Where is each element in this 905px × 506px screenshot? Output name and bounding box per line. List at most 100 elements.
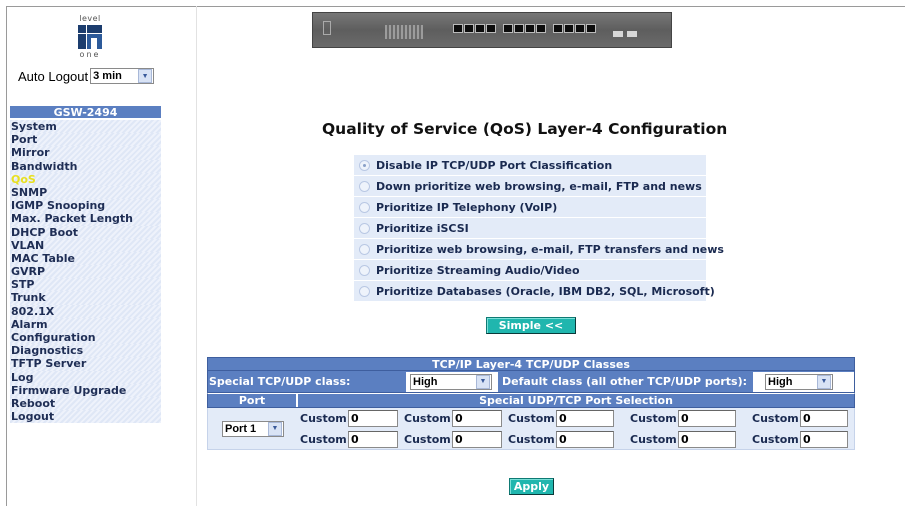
qos-option[interactable]: Down prioritize web browsing, e-mail, FT… [354,176,706,196]
sidebar-item-vlan[interactable]: VLAN [10,238,161,252]
sidebar-item-max-packet-length[interactable]: Max. Packet Length [10,212,161,226]
sidebar-item-log[interactable]: Log [10,370,161,384]
ethernet-port-icon [553,24,563,33]
sidebar-item-gvrp[interactable]: GVRP [10,265,161,279]
chevron-down-icon: ▼ [476,374,490,389]
custom-port-input[interactable]: 0 [556,410,614,427]
sidebar-item-igmp-snooping[interactable]: IGMP Snooping [10,199,161,213]
qos-option[interactable]: Prioritize Databases (Oracle, IBM DB2, S… [354,281,715,301]
radio-button[interactable] [359,201,370,213]
port-selection-header: Special UDP/TCP Port Selection [298,394,854,407]
radio-button[interactable] [359,180,370,192]
special-class-label: Special TCP/UDP class: [209,375,351,388]
sidebar-item-port[interactable]: Port [10,133,161,147]
sidebar-item-stp[interactable]: STP [10,278,161,292]
ethernet-port-icon [514,24,524,33]
sidebar-menu: GSW-2494 System Port Mirror Bandwidth QoS SNM… [10,106,161,424]
custom-port-field: Custom: 0 [506,429,628,450]
custom-port-field: Custom: 0 [298,408,402,429]
port-selection-header-row: Port Special UDP/TCP Port Selection [207,393,855,408]
chevron-down-icon: ▼ [138,69,153,83]
qos-option-label: Prioritize iSCSI [376,221,469,235]
logo-bottom-text: one [79,50,101,59]
sfp-port-icon [627,31,637,37]
sidebar-item-reboot[interactable]: Reboot [10,396,161,411]
special-class-select[interactable]: High ▼ [410,373,492,390]
sidebar-item-firmware-upgrade[interactable]: Firmware Upgrade [10,383,161,397]
simple-button[interactable]: Simple << [486,317,576,334]
radio-button[interactable] [359,264,370,276]
sidebar-item-mac-table[interactable]: MAC Table [10,251,161,266]
qos-option[interactable]: Disable IP TCP/UDP Port Classification [354,155,706,175]
sidebar-item-configuration[interactable]: Configuration [10,331,161,345]
custom-port-field: Custom: 0 [750,429,848,450]
ethernet-port-icon [475,24,485,33]
radio-button[interactable] [359,243,370,255]
custom-port-field: Custom: 0 [506,408,628,429]
apply-button[interactable]: Apply [509,478,554,495]
custom-port-field: Custom: 0 [402,429,506,450]
custom-label: Custom: [630,412,682,425]
custom-port-input[interactable]: 0 [678,431,736,448]
custom-port-field: Custom: 0 [750,408,848,429]
classes-table-header: TCP/IP Layer-4 TCP/UDP Classes [207,357,855,371]
page-title: Quality of Service (QoS) Layer-4 Configu… [322,120,728,138]
radio-button[interactable] [359,285,370,297]
custom-port-input[interactable]: 0 [452,431,502,448]
radio-button[interactable] [359,222,370,234]
custom-label: Custom: [630,433,682,446]
custom-port-field: Custom: 0 [628,408,750,429]
special-class-value: High [413,375,438,388]
qos-option-label: Prioritize Databases (Oracle, IBM DB2, S… [376,284,715,298]
ethernet-port-icon [486,24,496,33]
sidebar-item-mirror[interactable]: Mirror [10,146,161,160]
qos-option[interactable]: Prioritize IP Telephony (VoIP) [354,197,706,217]
qos-option-label: Down prioritize web browsing, e-mail, FT… [376,179,702,193]
qos-option[interactable]: Prioritize iSCSI [354,218,706,238]
default-class-select[interactable]: High ▼ [765,373,833,390]
qos-option-label: Prioritize web browsing, e-mail, FTP tra… [376,242,724,256]
menu-header: GSW-2494 [10,106,161,120]
custom-label: Custom: [300,433,352,446]
sidebar-item-trunk[interactable]: Trunk [10,291,161,305]
custom-port-input[interactable]: 0 [348,431,398,448]
sidebar-item-dhcp-boot[interactable]: DHCP Boot [10,225,161,239]
custom-port-input[interactable]: 0 [556,431,614,448]
sidebar-item-logout[interactable]: Logout [10,410,161,424]
default-class-value: High [768,375,793,388]
auto-logout-select[interactable]: 3 min ▼ [90,68,155,84]
custom-label: Custom: [404,412,456,425]
custom-port-input[interactable]: 0 [678,410,736,427]
port-select[interactable]: Port 1 ▼ [222,420,284,437]
qos-option-label: Disable IP TCP/UDP Port Classification [376,158,613,172]
ethernet-port-icon [564,24,574,33]
port-selection-grid: Port 1 ▼ Custom: 0 Custom: 0 Custom: 0 Custom:… [207,408,855,450]
ethernet-port-icon [453,24,463,33]
sidebar-item-system[interactable]: System [10,120,161,134]
qos-option[interactable]: Prioritize web browsing, e-mail, FTP tra… [354,239,724,259]
custom-port-field: Custom: 0 [402,408,506,429]
ethernet-port-icon [586,24,596,33]
custom-port-input[interactable]: 0 [800,431,848,448]
radio-button[interactable] [359,159,370,171]
custom-label: Custom: [300,412,352,425]
sidebar-item-alarm[interactable]: Alarm [10,317,161,331]
sfp-port-icon [613,31,623,37]
sidebar-item-802-1x[interactable]: 802.1X [10,304,161,318]
frame-divider [196,6,197,506]
custom-port-input[interactable]: 0 [800,410,848,427]
custom-port-input[interactable]: 0 [452,410,502,427]
sidebar-item-snmp[interactable]: SNMP [10,185,161,200]
auto-logout: Auto Logout 3 min ▼ [18,68,155,84]
sidebar-item-diagnostics[interactable]: Diagnostics [10,344,161,358]
sidebar-item-tftp-server[interactable]: TFTP Server [10,357,161,371]
custom-label: Custom: [404,433,456,446]
qos-option[interactable]: Prioritize Streaming Audio/Video [354,260,706,280]
sidebar-item-bandwidth[interactable]: Bandwidth [10,159,161,173]
ethernet-port-icon [503,24,513,33]
sidebar-item-qos[interactable]: QoS [10,172,161,186]
custom-label: Custom: [508,433,560,446]
ethernet-port-icon [575,24,585,33]
custom-port-input[interactable]: 0 [348,410,398,427]
ethernet-port-icon [536,24,546,33]
